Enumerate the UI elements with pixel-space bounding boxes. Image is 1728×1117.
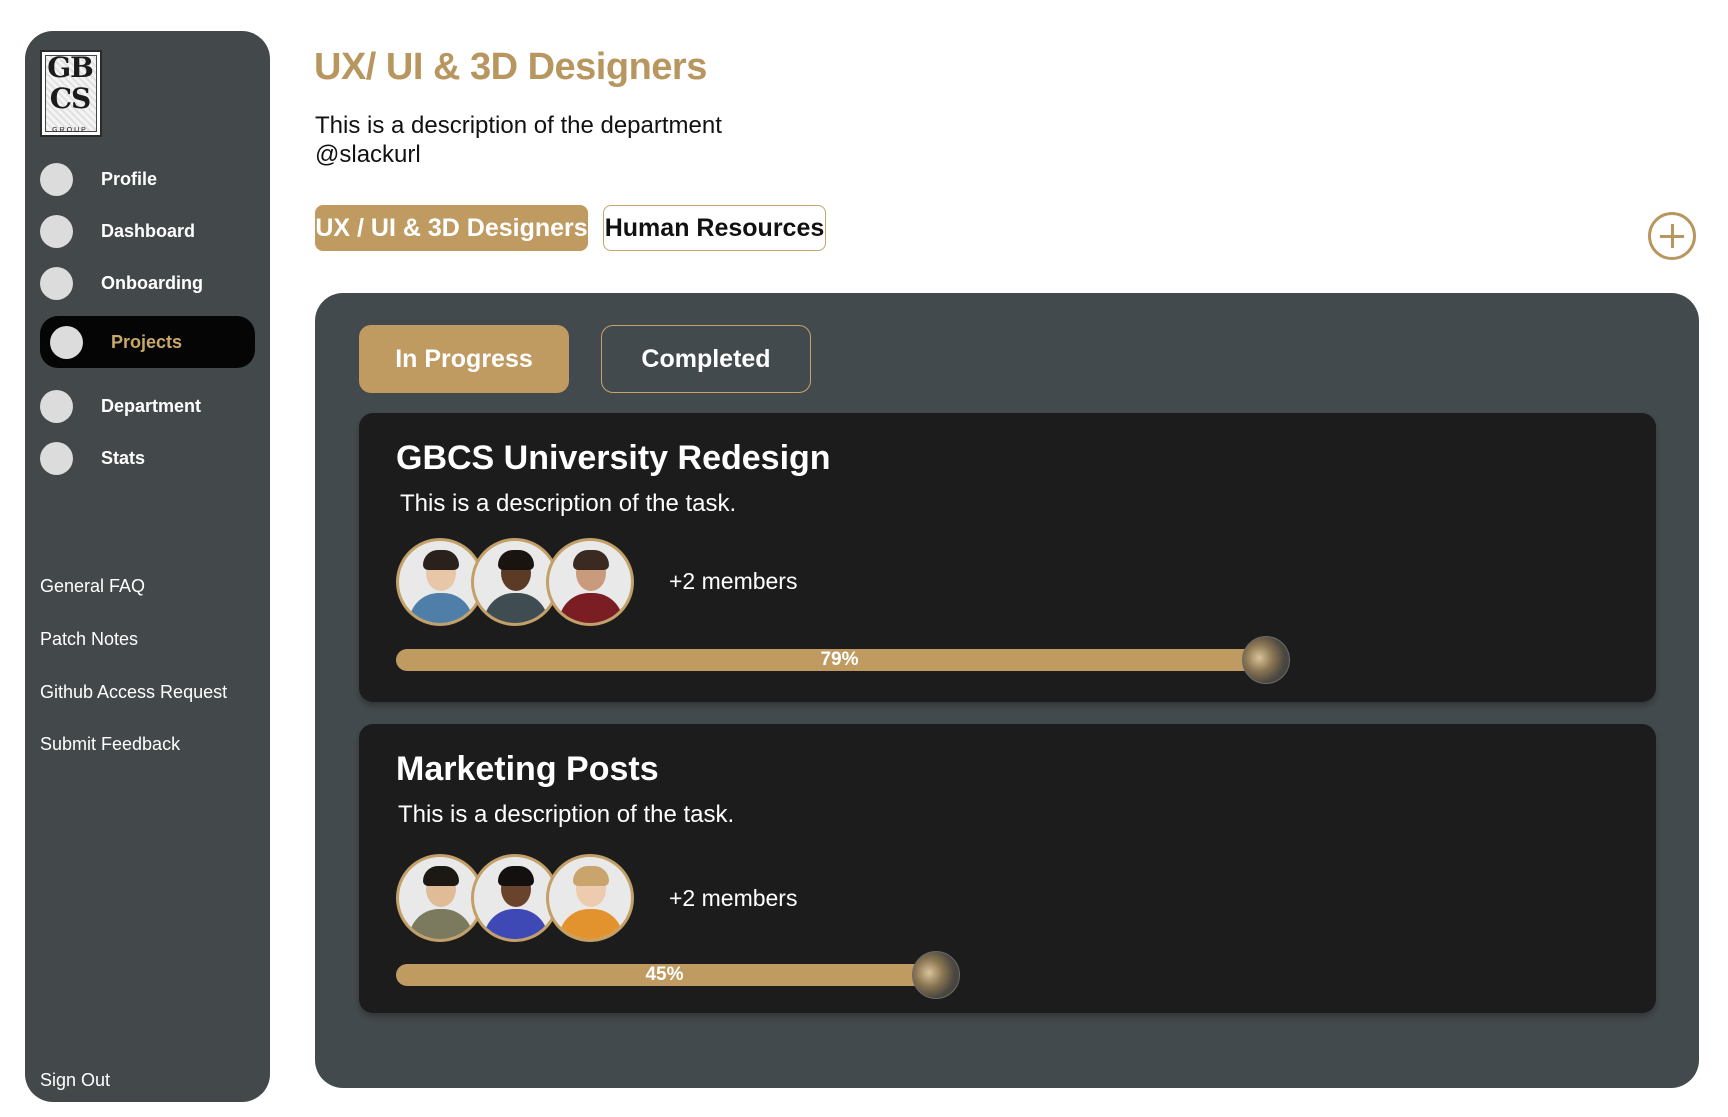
project-title: GBCS University Redesign [396, 439, 831, 477]
logo-text: GB CS [47, 51, 94, 115]
progress-slider-handle[interactable] [912, 951, 960, 999]
plus-circle-icon[interactable] [1648, 212, 1696, 260]
sign-out-link[interactable]: Sign Out [40, 1070, 110, 1091]
progress-label: 79% [820, 649, 859, 670]
project-description: This is a description of the task. [400, 490, 737, 517]
nav-item-projects[interactable]: Projects [40, 316, 255, 368]
projects-icon [50, 325, 83, 359]
progress-label: 45% [645, 964, 684, 985]
member-avatars [396, 538, 636, 626]
project-card[interactable]: Marketing Posts This is a description of… [359, 724, 1656, 1013]
project-title: Marketing Posts [396, 750, 659, 788]
logo-subtext: GROUP [52, 127, 88, 134]
progress-slider-handle[interactable] [1242, 636, 1290, 684]
nav-label: Projects [111, 331, 183, 352]
nav-label: Department [101, 395, 202, 416]
progress-bar: 79% [396, 649, 1283, 671]
submit-feedback-link[interactable]: Submit Feedback [40, 734, 180, 755]
nav-item-profile[interactable]: Profile [40, 159, 157, 199]
github-access-request-link[interactable]: Github Access Request [40, 682, 227, 703]
tab-in-progress[interactable]: In Progress [359, 325, 569, 393]
slack-url[interactable]: @slackurl [315, 141, 421, 169]
nav-item-department[interactable]: Department [40, 386, 201, 426]
nav-item-stats[interactable]: Stats [40, 438, 145, 478]
tab-human-resources[interactable]: Human Resources [603, 205, 826, 251]
members-count: +2 members [669, 568, 798, 594]
department-icon [40, 389, 73, 423]
tab-completed[interactable]: Completed [601, 325, 811, 393]
nav-item-dashboard[interactable]: Dashboard [40, 211, 195, 251]
members-count: +2 members [669, 885, 798, 911]
nav-label: Dashboard [101, 220, 196, 241]
nav-label: Stats [101, 447, 146, 468]
nav-label: Onboarding [101, 272, 203, 293]
member-avatars [396, 854, 636, 942]
sidebar: GB CS GROUP Profile Dashboard Onboarding… [25, 31, 270, 1102]
projects-panel: In Progress Completed GBCS University Re… [315, 293, 1699, 1088]
nav-label: Profile [101, 168, 158, 189]
avatar[interactable] [546, 854, 634, 942]
patch-notes-link[interactable]: Patch Notes [40, 629, 138, 650]
onboarding-icon [40, 266, 73, 300]
nav-item-onboarding[interactable]: Onboarding [40, 263, 203, 303]
page-title: UX/ UI & 3D Designers [314, 46, 707, 88]
progress-bar: 45% [396, 964, 933, 986]
tab-ux-ui-3d-designers[interactable]: UX / UI & 3D Designers [315, 205, 588, 251]
avatar[interactable] [546, 538, 634, 626]
general-faq-link[interactable]: General FAQ [40, 576, 145, 597]
project-description: This is a description of the task. [398, 801, 735, 828]
department-description: This is a description of the department [315, 112, 722, 139]
stats-icon [40, 441, 73, 475]
dashboard-icon [40, 214, 73, 248]
profile-icon [40, 162, 73, 196]
gbcs-logo[interactable]: GB CS GROUP [40, 50, 102, 137]
project-card[interactable]: GBCS University Redesign This is a descr… [359, 413, 1656, 702]
